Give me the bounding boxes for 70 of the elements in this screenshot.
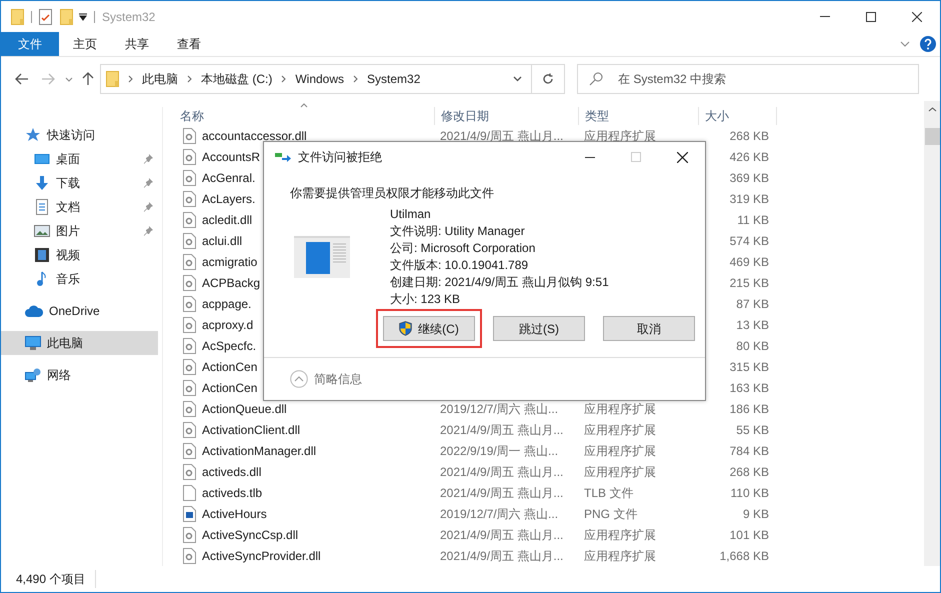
file-size: 268 KB [730,464,769,478]
file-size: 315 KB [730,360,769,374]
file-type: 应用程序扩展 [584,402,656,416]
file-size: 80 KB [736,338,769,352]
file-name: accountaccessor.dll [202,128,307,142]
modified-date: 2021/4/9/周五 燕山月... [440,422,564,436]
file-name: ActionCen [202,360,258,374]
file-type: TLB 文件 [584,486,634,500]
file-name: AccountsR [202,150,260,164]
file-size: 369 KB [730,170,769,184]
file-size: 319 KB [730,192,769,206]
modified-date: 2021/4/9/周五 燕山月... [440,528,564,542]
file-name: acppage. [202,296,252,310]
file-type: 应用程序扩展 [584,548,656,562]
file-name: ActionQueue.dll [202,402,287,416]
file-size: 9 KB [742,506,769,520]
file-type: 应用程序扩展 [584,128,656,142]
file-type: 应用程序扩展 [584,528,656,542]
file-detail: 创建日期: 2021/4/9/周五 燕山月似钩 9:51 [390,274,609,291]
file-name: ActiveSyncProvider.dll [202,548,321,562]
file-type: PNG 文件 [584,506,638,520]
file-detail: 文件说明: Utility Manager [390,223,526,240]
file-name: Utilman [390,206,432,223]
file-size: 11 KB [737,212,769,226]
file-detail: 公司: Microsoft Corporation [390,240,536,257]
file-size: 426 KB [730,150,769,164]
modified-date: 2022/9/19/周一 燕山... [440,444,558,458]
modified-date: 2021/4/9/周五 燕山月... [440,548,564,562]
file-name: acmigratio [202,254,258,268]
file-name: ActiveHours [202,506,267,520]
file-name: acledit.dll [202,212,252,226]
file-detail: 大小: 123 KB [390,291,462,308]
modified-date: 2021/4/9/周五 燕山月... [440,486,564,500]
item-count: 4,490 个项目 [16,570,96,588]
file-name: AcLayers. [202,192,256,206]
file-size: 784 KB [730,444,769,458]
file-size: 215 KB [730,276,769,290]
modified-date: 2019/12/7/周六 燕山... [440,506,558,520]
file-size: 268 KB [730,128,769,142]
file-size: 1,668 KB [720,548,769,562]
file-name: activeds.dll [202,464,262,478]
file-name: ActiveSyncCsp.dll [202,528,298,542]
file-name: acproxy.d [202,318,254,332]
file-name: ActionCen [202,380,258,394]
file-name: ACPBackg [202,276,260,290]
dialog-message: 你需要提供管理员权限才能移动此文件 [290,185,495,202]
file-detail: 文件版本: 10.0.19041.789 [390,257,530,274]
modified-date: 2021/4/9/周五 燕山月... [440,128,564,142]
file-name: AcSpecfc. [202,338,256,352]
dialog-title: 文件访问被拒绝 [298,149,382,166]
file-size: 110 KB [730,486,769,500]
file-size: 186 KB [730,402,769,416]
file-size: 101 KB [730,528,769,542]
file-size: 163 KB [730,380,769,394]
file-size: 13 KB [736,318,769,332]
file-type: 应用程序扩展 [584,444,656,458]
file-size: 55 KB [736,422,769,436]
file-name: activeds.tlb [202,486,262,500]
file-type: 应用程序扩展 [584,422,656,436]
file-name: ActivationClient.dll [202,422,300,436]
file-size: 469 KB [730,254,769,268]
file-name: ActivationManager.dll [202,444,316,458]
file-size: 87 KB [736,296,769,310]
file-name: aclui.dll [202,234,242,248]
modified-date: 2021/4/9/周五 燕山月... [440,464,564,478]
file-type: 应用程序扩展 [584,464,656,478]
window-title: System32 [102,8,156,26]
file-name: AcGenral. [202,170,256,184]
modified-date: 2019/12/7/周六 燕山... [440,402,558,416]
file-size: 574 KB [730,234,769,248]
